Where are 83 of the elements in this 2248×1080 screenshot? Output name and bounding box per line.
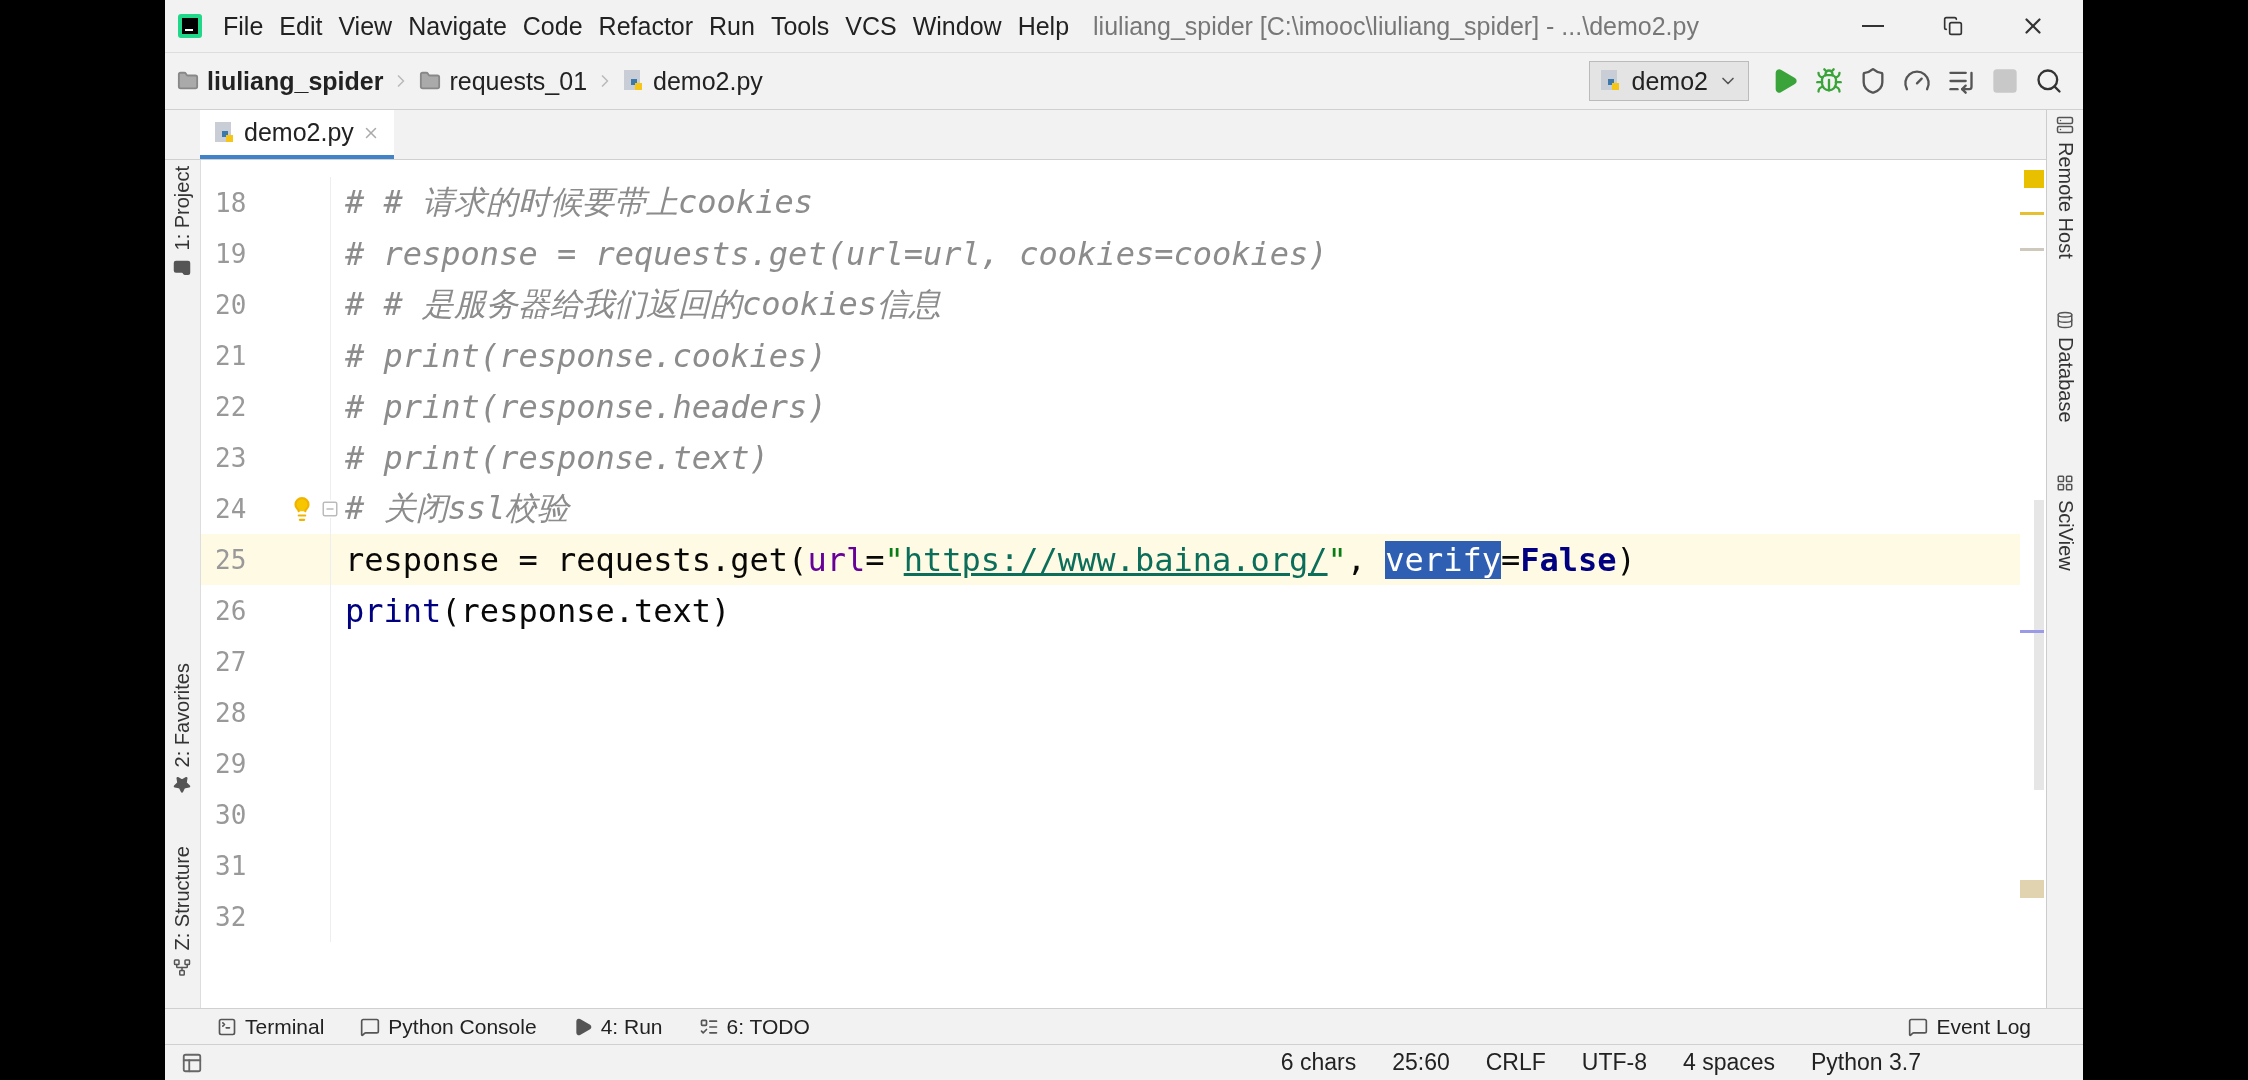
menu-item[interactable]: Help	[1011, 11, 1076, 41]
menu-item[interactable]: VCS	[839, 11, 903, 41]
tool-window-button[interactable]: Database	[2047, 304, 2083, 429]
code-line: # # 请求的时候要带上cookies	[345, 182, 813, 221]
line-number: 25	[215, 544, 247, 575]
minimize-icon	[1862, 25, 1884, 27]
code-line: response = requests.get(url="https://www.baina.org/", verify=False)	[345, 540, 1636, 579]
line-number: 21	[215, 340, 247, 371]
code-line: # print(response.text)	[345, 438, 769, 477]
breadcrumb[interactable]: demo2.py	[653, 66, 763, 96]
selection-marker	[2020, 630, 2044, 633]
python-file-icon	[214, 120, 236, 145]
editor-tab[interactable]: demo2.py	[200, 110, 394, 159]
status-item[interactable]: UTF-8	[1581, 1049, 1647, 1076]
menu-item[interactable]: Navigate	[402, 11, 513, 41]
tool-window-button[interactable]: Z: Structure	[165, 839, 200, 982]
app-logo-icon	[177, 13, 203, 39]
line-number: 28	[215, 697, 247, 728]
restore-icon	[1943, 16, 1963, 36]
menu-item[interactable]: Refactor	[592, 11, 700, 41]
star-icon	[173, 775, 192, 794]
status-item[interactable]: CRLF	[1485, 1049, 1546, 1076]
menu-item[interactable]: Window	[906, 11, 1008, 41]
line-number: 22	[215, 391, 247, 422]
bug-icon	[1815, 67, 1843, 95]
line-number: 19	[215, 238, 247, 269]
tool-window-button[interactable]: SciView	[2047, 468, 2083, 578]
breadcrumb[interactable]: requests_01	[449, 66, 588, 96]
status-item[interactable]: 25:60	[1392, 1049, 1450, 1076]
database-icon	[2056, 310, 2074, 329]
menu-item[interactable]: Edit	[273, 11, 329, 41]
tool-window-button[interactable]: 2: Favorites	[165, 657, 200, 800]
line-number: 23	[215, 442, 247, 473]
menu-item[interactable]: View	[332, 11, 399, 41]
tool-window-button[interactable]: 6: TODO	[698, 1014, 810, 1039]
run-configuration-dropdown[interactable]: demo2	[1588, 61, 1749, 101]
status-item[interactable]: 6 chars	[1280, 1049, 1357, 1076]
python-file-icon	[1599, 69, 1622, 93]
highlight-marker	[2020, 880, 2044, 898]
line-number: 20	[215, 289, 247, 320]
menu-item[interactable]: Code	[516, 11, 589, 41]
server-icon	[2056, 116, 2074, 134]
info-marker	[2020, 248, 2044, 251]
tool-window-button[interactable]: 4: Run	[572, 1014, 663, 1039]
grid-icon	[2056, 474, 2074, 493]
speech-bubble-icon	[1908, 1016, 1929, 1037]
line-number: 24	[215, 493, 247, 524]
menu-item[interactable]: File	[217, 11, 270, 41]
breadcrumb[interactable]: liuliang_spider	[207, 66, 384, 96]
code-line: # 关闭ssl校验	[345, 488, 570, 527]
code-line: print(response.text)	[345, 591, 731, 630]
tool-window-button[interactable]: 1: Project	[165, 160, 200, 283]
line-number: 31	[215, 850, 247, 881]
code-line: # print(response.cookies)	[345, 336, 827, 375]
tool-window-button[interactable]: Remote Host	[2047, 110, 2083, 265]
code-line: # response = requests.get(url=url, cookies=cookies)	[345, 234, 1328, 273]
line-number: 18	[215, 187, 247, 218]
line-number: 26	[215, 595, 247, 626]
stop-icon	[1991, 67, 2019, 95]
status-item[interactable]: Python 3.7	[1811, 1049, 1921, 1076]
line-number: 32	[215, 901, 247, 932]
line-number: 29	[215, 748, 247, 779]
menu-item[interactable]: Run	[703, 11, 761, 41]
tool-window-button[interactable]: Terminal	[217, 1014, 325, 1039]
status-item[interactable]: 4 spaces	[1682, 1049, 1776, 1076]
warning-marker	[2024, 170, 2044, 188]
console-icon	[360, 1016, 381, 1037]
line-number: 30	[215, 799, 247, 830]
folder-icon	[177, 70, 199, 92]
folder-icon	[173, 258, 192, 277]
menu-item[interactable]: Tools	[764, 11, 836, 41]
code-line: # print(response.headers)	[345, 387, 827, 426]
warning-marker	[2020, 212, 2044, 215]
window-title: liuliang_spider [C:\imooc\liuliang_spider] - ...\demo2.py	[1093, 11, 1700, 41]
folder-icon	[419, 70, 442, 92]
event-log-button[interactable]: Event Log	[1908, 1014, 2031, 1039]
search-icon	[2035, 67, 2063, 95]
code-line: # # 是服务器给我们返回的cookies信息	[345, 284, 941, 323]
line-number: 27	[215, 646, 247, 677]
tool-window-button[interactable]: Python Console	[360, 1014, 537, 1039]
terminal-icon	[217, 1016, 237, 1037]
panel-icon	[181, 1051, 203, 1074]
structure-icon	[173, 958, 192, 976]
